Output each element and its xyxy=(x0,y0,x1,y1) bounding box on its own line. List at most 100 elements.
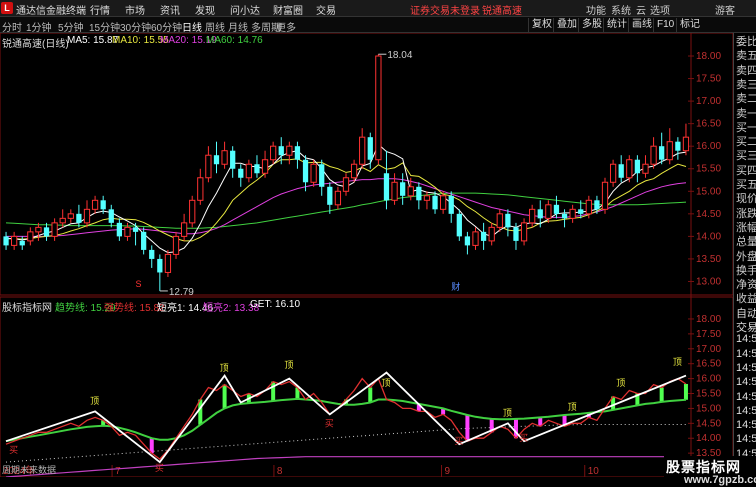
candle-body xyxy=(553,204,560,214)
candle-body xyxy=(197,177,204,201)
candle-body xyxy=(561,213,568,219)
get-legend: GET: 16.10 xyxy=(250,299,301,310)
tool-draw[interactable]: 画线 xyxy=(628,18,655,32)
quote-panel-row: 14:5 xyxy=(736,361,756,374)
period-tab-more[interactable]: 更多 xyxy=(276,19,296,34)
period-tab-30min[interactable]: 30分钟 xyxy=(120,19,151,34)
candle-body xyxy=(513,227,519,241)
menu-system[interactable]: 系统 xyxy=(611,2,631,17)
menu-item-news[interactable]: 资讯 xyxy=(160,2,180,17)
candle-body xyxy=(270,145,277,161)
quote-panel: 委比 卖五 卖四 卖三 卖二 卖一 买一 买二 买三 买四 买五 现价 涨跌 涨幅 总量 外盘 换手 净资 收益 自动… xyxy=(733,33,756,477)
period-tab-daily[interactable]: 日线 xyxy=(182,19,202,34)
quote-panel-row: 14:5 xyxy=(736,347,756,360)
watermark-url: www.7gpzb.com xyxy=(684,474,756,486)
candle-body xyxy=(213,155,220,165)
menu-item-trade[interactable]: 交易 xyxy=(316,2,336,17)
candle-body xyxy=(675,141,681,151)
ma60-legend: MA60: 14.76 xyxy=(206,35,263,46)
tool-restore-rights[interactable]: 复权 xyxy=(528,18,555,32)
chart-canvas[interactable]: 18.00 17.50 17.00 16.50 16.00 15.50 15.00 14.50… xyxy=(0,33,733,477)
candle-body xyxy=(180,222,188,237)
period-tab-5min[interactable]: 5分钟 xyxy=(58,19,84,34)
login-notice[interactable]: 证券交易未登录 xyxy=(410,2,480,17)
future-data-warning: 周期未来数据 xyxy=(2,465,57,475)
stock-label: 锐通高速(日线) xyxy=(2,39,69,50)
ma10-line xyxy=(6,158,687,242)
tool-mark[interactable]: 标记 xyxy=(676,18,703,32)
y-tick-label: 16.00 xyxy=(696,141,721,152)
candle-body xyxy=(189,199,196,224)
candle-body xyxy=(310,163,317,183)
menu-item-wealth[interactable]: 财富圈 xyxy=(273,2,303,17)
tool-multi-stock[interactable]: 多股 xyxy=(578,18,605,32)
buy-signal-label: 买 xyxy=(519,433,528,443)
quote-panel-row: 14:5 xyxy=(736,390,756,403)
candle-body xyxy=(294,146,301,160)
menu-item-discover[interactable]: 发现 xyxy=(195,2,215,17)
candle-body xyxy=(261,159,269,174)
menu-function[interactable]: 功能 xyxy=(586,2,606,17)
guest-user[interactable]: 游客 xyxy=(715,2,735,17)
candle-body xyxy=(76,213,82,223)
candle-body xyxy=(400,182,406,196)
period-tab-15min[interactable]: 15分钟 xyxy=(89,19,120,34)
cloud-icon[interactable]: 云 xyxy=(636,2,646,17)
candle-body xyxy=(642,163,649,174)
kline-chart-area[interactable]: 18.00 17.50 17.00 16.50 16.00 15.50 15.00 14.50… xyxy=(0,33,733,477)
menu-item-quotes[interactable]: 行情 xyxy=(90,2,110,17)
menu-item-ask[interactable]: 问小达 xyxy=(230,2,260,17)
menu-bar: L 通达信金融终端 行情 市场 资讯 发现 问小达 财富圈 交易 证券交易未登录… xyxy=(0,0,756,17)
candle-body xyxy=(480,231,487,241)
y-tick-label: 15.50 xyxy=(696,164,721,175)
candle-body xyxy=(416,186,422,201)
candle-body xyxy=(626,159,633,179)
candle-body xyxy=(578,209,584,214)
candle-body xyxy=(245,163,253,179)
candle-body xyxy=(569,208,576,219)
top-signal-label: 顶 xyxy=(673,357,682,367)
candle-body xyxy=(302,159,309,183)
tool-statistics[interactable]: 统计 xyxy=(603,18,630,32)
zigzag-line xyxy=(5,371,687,464)
candle-body xyxy=(108,209,114,223)
period-tab-60min[interactable]: 60分钟 xyxy=(151,19,182,34)
candle-body xyxy=(141,231,147,250)
candle-body xyxy=(650,145,657,165)
candle-body xyxy=(43,227,50,237)
tool-f10[interactable]: F10 xyxy=(653,18,677,32)
strong-line xyxy=(5,377,687,460)
finance-marker: 财 xyxy=(451,281,460,292)
menu-item-market[interactable]: 市场 xyxy=(125,2,145,17)
candle-body xyxy=(83,208,91,224)
candle-body xyxy=(238,168,244,178)
sub-chart-title: 股标指标网 xyxy=(2,303,52,314)
top-signal-label: 顶 xyxy=(503,408,512,418)
sub-y-tick-label: 14.00 xyxy=(696,433,721,444)
menu-options[interactable]: 选项 xyxy=(650,2,670,17)
candle-body xyxy=(164,253,172,273)
candle-body xyxy=(505,213,511,228)
candle-body xyxy=(100,200,106,210)
signal-bar xyxy=(513,418,518,439)
y-tick-label: 18.00 xyxy=(696,51,721,62)
candle-body xyxy=(334,190,342,206)
candle-body xyxy=(407,186,414,197)
low-price-label: 12.79 xyxy=(169,287,194,298)
period-tab-timeshare[interactable]: 分时 xyxy=(2,19,22,34)
candle-body xyxy=(91,199,99,210)
ma5-legend: MA5: 15.87 xyxy=(67,35,119,46)
candle-body xyxy=(383,173,390,201)
candle-body xyxy=(35,226,42,233)
period-tab-monthly[interactable]: 月线 xyxy=(228,19,248,34)
y-tick-label: 13.00 xyxy=(696,276,721,287)
period-tab-weekly[interactable]: 周线 xyxy=(205,19,225,34)
sub-y-tick-label: 17.50 xyxy=(696,329,721,340)
candle-body xyxy=(51,222,58,237)
y-tick-label: 17.00 xyxy=(696,96,721,107)
signal-bar xyxy=(465,414,470,442)
period-tab-1min[interactable]: 1分钟 xyxy=(26,19,52,34)
candle-body xyxy=(601,181,609,210)
period-toolbar: 分时 1分钟 5分钟 15分钟 30分钟 60分钟 日线 周线 月线 多周期 更… xyxy=(0,17,756,34)
tool-overlay[interactable]: 叠加 xyxy=(553,18,580,32)
